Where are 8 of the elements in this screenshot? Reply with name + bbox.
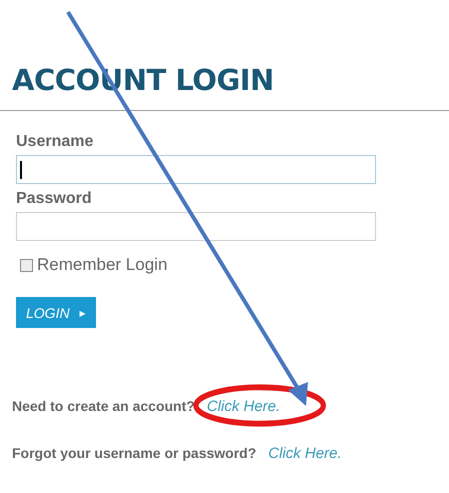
field-label: Password	[16, 190, 92, 208]
prompt-text: Need to create an account?	[12, 398, 195, 415]
click-here-link[interactable]: Click Here.	[206, 398, 280, 415]
login-button[interactable]: LOGIN ▸	[16, 297, 96, 328]
prompt-text: Forgot your username or password?	[12, 445, 256, 462]
checkbox-label: Remember Login	[37, 255, 168, 275]
click-here-link[interactable]: Click Here.	[268, 445, 342, 462]
field-label: Username	[16, 133, 94, 151]
